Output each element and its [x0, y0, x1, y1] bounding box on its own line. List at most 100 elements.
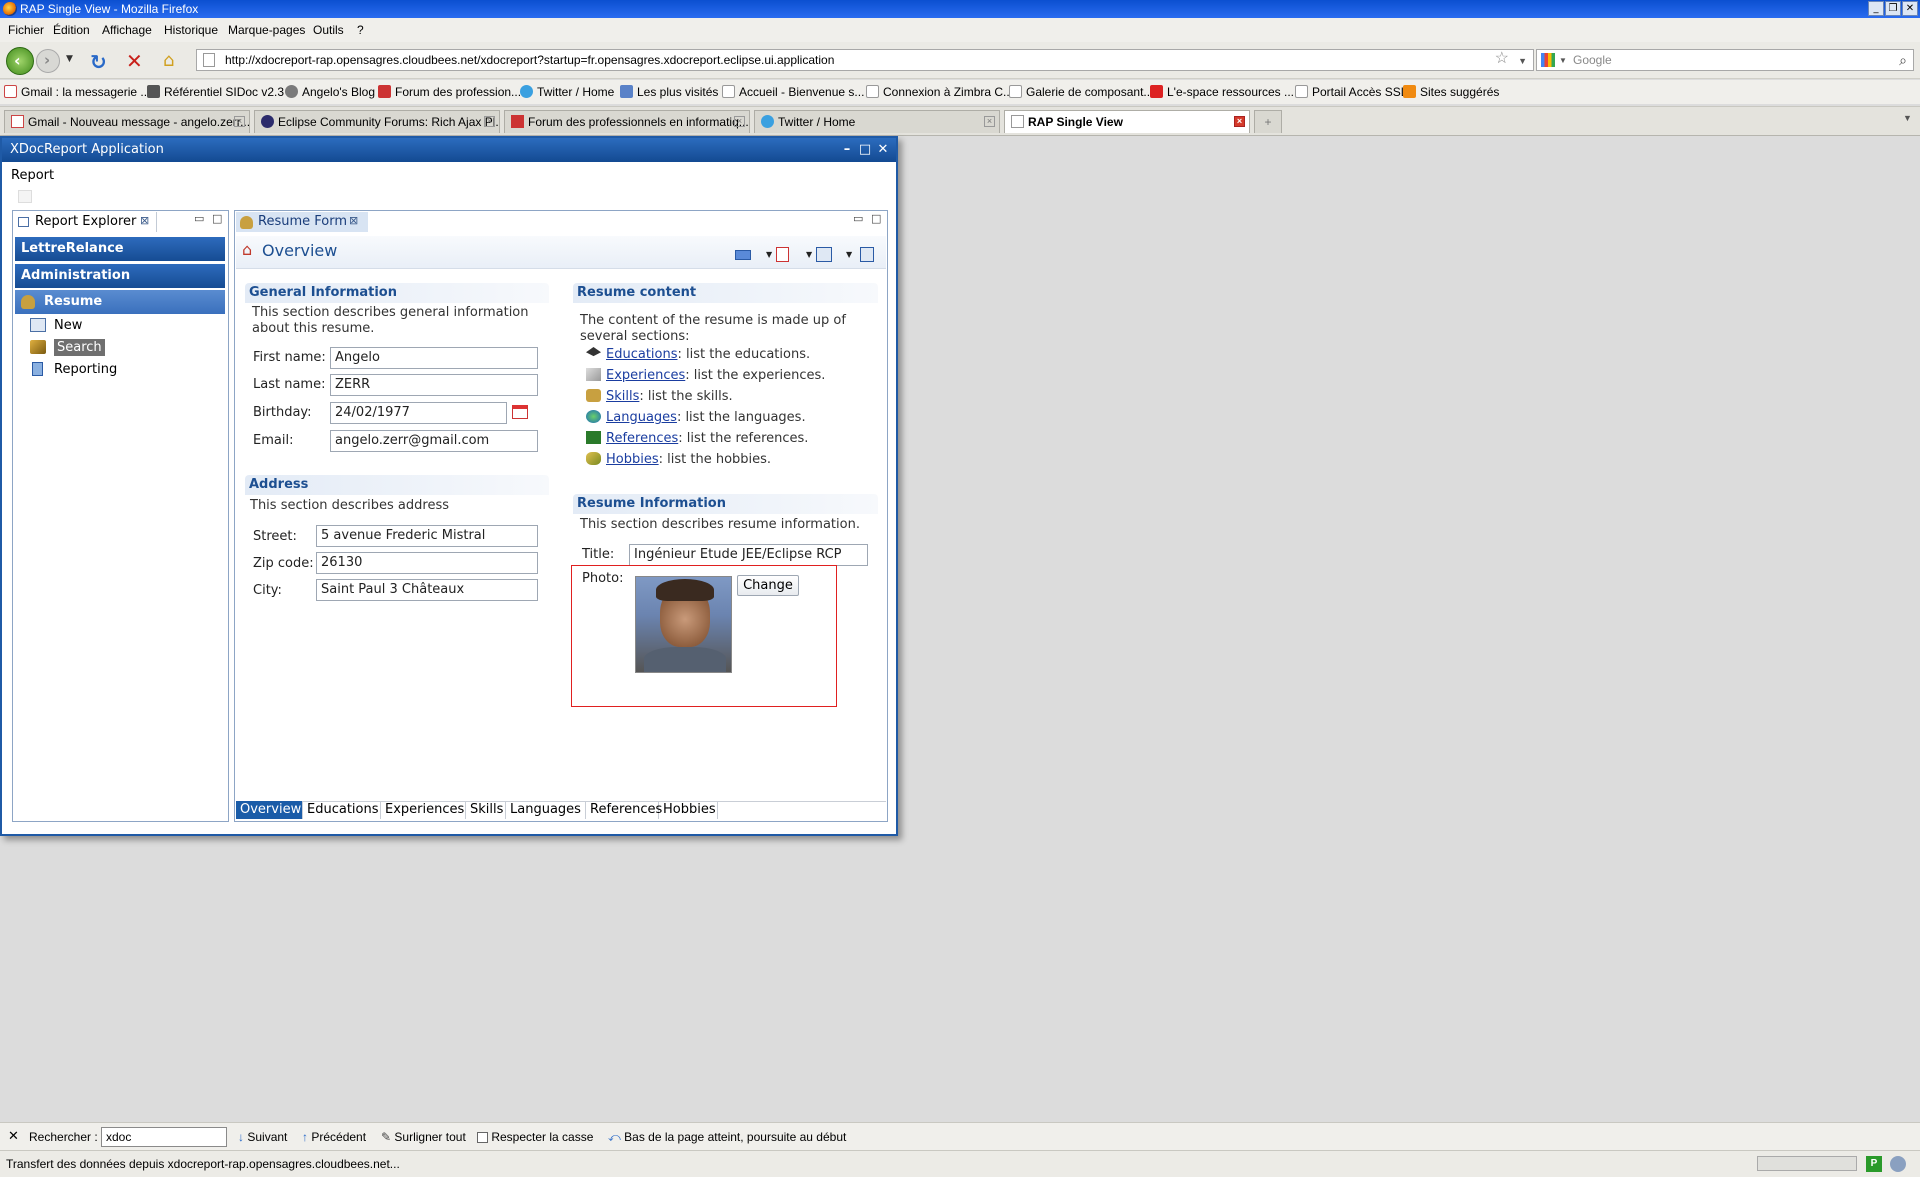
page-tab-experiences[interactable]: Experiences [381, 801, 466, 819]
close-editor-icon[interactable]: ⊠ [349, 211, 358, 231]
close-tab-icon[interactable]: × [234, 116, 245, 127]
search-input[interactable]: ▼ Google ⌕ [1536, 49, 1914, 71]
bookmark-item[interactable]: Les plus visités [620, 85, 718, 99]
bookmark-item[interactable]: Angelo's Blog [285, 85, 375, 99]
menu-help[interactable]: ? [357, 23, 364, 37]
last-name-input[interactable]: ZERR [330, 374, 538, 396]
url-bar[interactable]: http://xdocreport-rap.opensagres.cloudbe… [196, 49, 1534, 71]
bookmark-item[interactable]: Sites suggérés [1403, 85, 1499, 99]
addon-icon[interactable]: P [1866, 1156, 1882, 1172]
birthday-input[interactable]: 24/02/1977 [330, 402, 507, 424]
bookmark-item[interactable]: Accueil - Bienvenue s... [722, 85, 864, 99]
nav-group-administration[interactable]: Administration [15, 264, 225, 288]
menu-affichage[interactable]: Affichage [102, 23, 152, 37]
nav-group-resume[interactable]: Resume [15, 290, 225, 314]
tab-eclipse-forums[interactable]: Eclipse Community Forums: Rich Ajax Pl..… [254, 110, 500, 133]
page-tab-skills[interactable]: Skills [466, 801, 506, 819]
export-pdf-icon[interactable] [776, 247, 789, 262]
tab-rap-single-view[interactable]: RAP Single View × [1004, 110, 1250, 133]
bookmark-item[interactable]: Référentiel SIDoc v2.3 [147, 85, 284, 99]
zip-input[interactable]: 26130 [316, 552, 538, 574]
tab-report-explorer[interactable]: Report Explorer ⊠ [14, 212, 157, 232]
menu-edition[interactable]: Édition [53, 23, 90, 37]
highlight-all-button[interactable]: ✎ Surligner tout [381, 1130, 466, 1144]
back-button[interactable]: ‹ [6, 47, 34, 75]
menu-historique[interactable]: Historique [164, 23, 218, 37]
export-html-icon[interactable] [735, 250, 751, 260]
close-tab-icon[interactable]: × [984, 116, 995, 127]
bookmark-star-icon[interactable]: ☆ [1495, 49, 1509, 69]
home-icon[interactable]: ⌂ [163, 50, 174, 71]
email-input[interactable]: angelo.zerr@gmail.com [330, 430, 538, 452]
close-tab-icon[interactable]: × [734, 116, 745, 127]
nav-group-lettrerelance[interactable]: LettreRelance [15, 237, 225, 261]
page-tab-languages[interactable]: Languages [506, 801, 586, 819]
history-dropdown-icon[interactable]: ▼ [66, 54, 73, 64]
bookmark-item[interactable]: Forum des profession... [378, 85, 521, 99]
url-dropdown-icon[interactable]: ▼ [1518, 51, 1527, 71]
minimize-window-button[interactable]: _ [1868, 1, 1884, 16]
skills-link[interactable]: Skills [606, 389, 639, 404]
references-link[interactable]: References [606, 431, 678, 446]
find-previous-button[interactable]: ↑ Précédent [302, 1130, 366, 1144]
tab-forum-professionnels[interactable]: Forum des professionnels en informatiq..… [504, 110, 750, 133]
bookmark-item[interactable]: Gmail : la messagerie ... [4, 85, 150, 99]
tab-twitter[interactable]: Twitter / Home × [754, 110, 1000, 133]
view-maximize-icon[interactable]: □ [212, 212, 222, 225]
find-next-button[interactable]: ↓ Suivant [238, 1130, 287, 1144]
close-tab-icon[interactable]: × [1234, 116, 1245, 127]
dropdown-icon[interactable]: ▼ [806, 250, 812, 259]
calendar-icon[interactable] [512, 405, 528, 419]
stop-icon[interactable]: ✕ [126, 49, 143, 73]
menu-fichier[interactable]: Fichier [8, 23, 44, 37]
dropdown-icon[interactable]: ▼ [846, 250, 852, 259]
page-tab-educations[interactable]: Educations [303, 801, 381, 819]
shell-minimize-icon[interactable]: – [840, 138, 854, 162]
new-tab-button[interactable]: + [1254, 110, 1282, 133]
tab-gmail[interactable]: Gmail - Nouveau message - angelo.zerr...… [4, 110, 250, 133]
nav-item-new[interactable]: New [30, 316, 82, 336]
bookmark-item[interactable]: Connexion à Zimbra C... [866, 85, 1013, 99]
title-input[interactable]: Ingénieur Etude JEE/Eclipse RCP [629, 544, 868, 566]
close-tab-icon[interactable]: × [484, 116, 495, 127]
change-photo-button[interactable]: Change [737, 575, 799, 596]
bookmark-item[interactable]: Portail Accès SSL [1295, 85, 1407, 99]
close-window-button[interactable]: ✕ [1902, 1, 1918, 16]
save-icon[interactable] [18, 190, 32, 203]
menu-outils[interactable]: Outils [313, 23, 344, 37]
tab-resume-form[interactable]: Resume Form ⊠ [236, 212, 368, 232]
city-input[interactable]: Saint Paul 3 Châteaux [316, 579, 538, 601]
page-tab-references[interactable]: References [586, 801, 662, 819]
editor-minimize-icon[interactable]: ▭ [853, 212, 863, 225]
search-engine-dropdown-icon[interactable]: ▼ [1559, 51, 1567, 71]
nav-item-reporting[interactable]: Reporting [30, 360, 117, 380]
dropdown-icon[interactable]: ▼ [766, 250, 772, 259]
menu-marque-pages[interactable]: Marque-pages [228, 23, 305, 37]
languages-link[interactable]: Languages [606, 410, 677, 425]
bookmark-item[interactable]: L'e-space ressources ... [1150, 85, 1294, 99]
restore-window-button[interactable]: ❐ [1885, 1, 1901, 16]
close-view-icon[interactable]: ⊠ [140, 211, 149, 231]
street-input[interactable]: 5 avenue Frederic Mistral [316, 525, 538, 547]
nav-item-search[interactable]: Search [30, 338, 105, 358]
menu-report[interactable]: Report [11, 168, 54, 183]
list-all-tabs-icon[interactable]: ▼ [1903, 113, 1912, 123]
bookmark-item[interactable]: Galerie de composant... [1009, 85, 1153, 99]
export-odt-icon[interactable] [860, 247, 874, 262]
editor-maximize-icon[interactable]: □ [871, 212, 881, 225]
first-name-input[interactable]: Angelo [330, 347, 538, 369]
match-case-checkbox[interactable]: Respecter la casse [477, 1130, 593, 1144]
forward-button[interactable]: › [36, 49, 60, 73]
page-tab-overview[interactable]: Overview [236, 801, 303, 819]
educations-link[interactable]: Educations [606, 347, 678, 362]
page-tab-hobbies[interactable]: Hobbies [659, 801, 718, 819]
find-input[interactable]: xdoc [101, 1127, 227, 1147]
hobbies-link[interactable]: Hobbies [606, 452, 659, 467]
close-find-bar-icon[interactable]: ✕ [8, 1128, 19, 1144]
shell-maximize-icon[interactable]: □ [858, 138, 872, 162]
shell-close-icon[interactable]: ✕ [876, 138, 890, 162]
reload-icon[interactable]: ↻ [90, 50, 107, 74]
export-docx-icon[interactable] [816, 247, 832, 262]
bookmark-item[interactable]: Twitter / Home [520, 85, 614, 99]
view-minimize-icon[interactable]: ▭ [194, 212, 204, 225]
